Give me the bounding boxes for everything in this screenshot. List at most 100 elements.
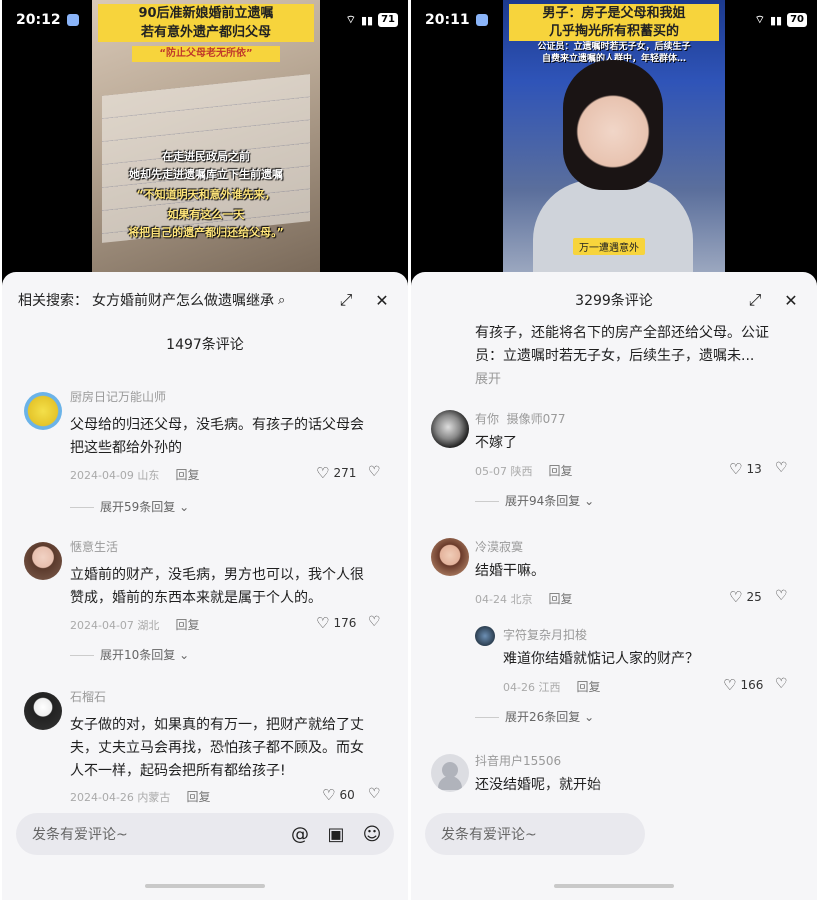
avatar[interactable] <box>431 538 469 576</box>
status-bar: 20:12 ⌔ ▮▮ 71 <box>16 8 398 32</box>
dislike-icon[interactable]: ♡ <box>775 460 788 476</box>
expand-replies-label: 展开94条回复 <box>505 494 581 508</box>
comment-date: 04-24 北京 <box>475 592 533 606</box>
comment-input[interactable]: 发条有爱评论~ <box>425 813 645 855</box>
heart-icon: ♡ <box>316 464 330 482</box>
expand-replies[interactable]: 展开94条回复 ⌄ <box>475 492 594 509</box>
like-button[interactable]: ♡ 60 <box>322 786 355 804</box>
video-player[interactable]: 90后准新娘婚前立遗嘱 若有意外遗产都归父母 “防止父母老无所依” 在走进民政局… <box>92 0 320 272</box>
comment-username[interactable]: 厨房日记万能山师 <box>70 388 166 405</box>
heart-icon: ♡ <box>723 676 737 694</box>
reply-username[interactable]: 字符复杂月扣梭 <box>503 626 587 643</box>
dislike-icon[interactable]: ♡ <box>775 588 788 604</box>
home-indicator[interactable] <box>554 884 674 888</box>
video-caption-3: “不知道明天和意外谁先来， <box>136 188 276 201</box>
heart-icon: ♡ <box>729 588 743 606</box>
emoji-icon[interactable]: ☺ <box>362 824 382 845</box>
comment-input[interactable]: 发条有爱评论~ @ ▣ ☺ <box>16 813 394 855</box>
comment-username[interactable]: 抖音用户15506 <box>475 752 561 769</box>
comment-username[interactable]: 冷漠寂寞 <box>475 538 523 555</box>
reply-button[interactable]: 回复 <box>548 590 572 607</box>
like-button[interactable]: ♡ 166 <box>723 676 763 694</box>
notification-icon <box>475 14 488 26</box>
heart-icon: ♡ <box>316 614 330 632</box>
avatar[interactable] <box>24 542 62 580</box>
video-caption-4: 如果有这么一天 <box>167 208 245 221</box>
comment-date: 05-07 陕西 <box>475 464 533 478</box>
reply-date: 04-26 江西 <box>503 680 561 694</box>
comment-date: 2024-04-07 湖北 <box>70 618 160 632</box>
heart-icon: ♡ <box>729 460 743 478</box>
battery-icon: 71 <box>378 13 398 27</box>
comment-text-line1: 立婚前的财产，没毛病，男方也可以，我个人很 <box>70 567 364 583</box>
heart-icon: ♡ <box>322 786 336 804</box>
avatar[interactable] <box>431 410 469 448</box>
like-count: 176 <box>333 616 357 630</box>
search-icon[interactable]: ⌕ <box>278 293 285 308</box>
expand-replies[interactable]: 展开59条回复 ⌄ <box>70 498 189 515</box>
close-icon[interactable]: ✕ <box>372 291 392 310</box>
avatar[interactable] <box>431 754 469 792</box>
expand-icon[interactable]: ⤢ <box>745 290 765 310</box>
related-search-label: 相关搜索： <box>18 293 88 309</box>
related-search-bar[interactable]: 相关搜索： 女方婚前财产怎么做遗嘱继承 ⌕ ⤢ ✕ <box>2 272 408 328</box>
comment-text: 还没结婚呢，就开始 <box>475 777 601 793</box>
close-icon[interactable]: ✕ <box>781 291 801 310</box>
comment-text-line2: 赞成，婚前的东西本来就是属于个人的。 <box>70 590 322 606</box>
username-part2: 摄像师077 <box>506 412 566 426</box>
image-icon[interactable]: ▣ <box>326 824 346 845</box>
expand-icon[interactable]: ⤢ <box>336 290 356 310</box>
signal-icon: ▮▮ <box>360 13 374 27</box>
reply-button[interactable]: 回复 <box>175 466 199 483</box>
chevron-down-icon: ⌄ <box>584 710 595 724</box>
comment-date: 2024-04-09 山东 <box>70 468 160 482</box>
like-button[interactable]: ♡ 25 <box>729 588 762 606</box>
battery-icon: 70 <box>787 13 807 27</box>
comment-input-placeholder: 发条有爱评论~ <box>441 827 537 843</box>
reply-button[interactable]: 回复 <box>186 788 210 805</box>
comment-text-line3: 人不一样，起码会把所有都给孩子! <box>70 763 286 779</box>
video-player[interactable]: 男子：房子是父母和我姐 几乎掏光所有积蓄买的 公证员：立遗嘱时若无子女，后续生子… <box>503 0 725 272</box>
related-search-query[interactable]: 女方婚前财产怎么做遗嘱继承 <box>92 290 274 310</box>
comment-meta: 2024-04-09 山东 回复 <box>70 466 199 483</box>
right-phone-screen: 男子：房子是父母和我姐 几乎掏光所有积蓄买的 公证员：立遗嘱时若无子女，后续生子… <box>411 0 817 900</box>
video-tag: 万一遭遇意外 <box>573 238 645 255</box>
like-button[interactable]: ♡ 13 <box>729 460 762 478</box>
signal-icon: ▮▮ <box>769 13 783 27</box>
like-count: 166 <box>740 678 764 692</box>
expand-replies[interactable]: 展开10条回复 ⌄ <box>70 646 189 663</box>
comment-username[interactable]: 有你 摄像师077 <box>475 410 566 427</box>
expand-replies[interactable]: 展开26条回复 ⌄ <box>475 708 594 725</box>
like-button[interactable]: ♡ 271 <box>316 464 356 482</box>
dislike-icon[interactable]: ♡ <box>368 614 381 630</box>
description-expand[interactable]: 展开 <box>475 368 501 391</box>
dislike-icon[interactable]: ♡ <box>775 676 788 692</box>
comment-panel: 相关搜索： 女方婚前财产怎么做遗嘱继承 ⌕ ⤢ ✕ 1497条评论 厨房日记万能… <box>2 272 408 900</box>
comment-meta: 05-07 陕西 回复 <box>475 462 572 479</box>
reply-text: 难道你结婚就惦记人家的财产？ <box>503 651 699 667</box>
comment-meta: 2024-04-26 内蒙古 回复 <box>70 788 210 805</box>
comment-meta: 2024-04-07 湖北 回复 <box>70 616 199 633</box>
video-subtitle: “防止父母老无所依” <box>132 46 280 62</box>
avatar[interactable] <box>24 392 62 430</box>
dislike-icon[interactable]: ♡ <box>368 786 381 802</box>
comment-username[interactable]: 石榴石 <box>70 688 106 705</box>
comment-panel: 3299条评论 ⤢ ✕ 有孩子，还能将名下的房产全部还给父母。公证 员：立遗嘱时… <box>411 272 817 900</box>
comment-username[interactable]: 惬意生活 <box>70 538 118 555</box>
news-anchor-head <box>563 60 663 190</box>
like-count: 60 <box>339 788 355 802</box>
avatar[interactable] <box>24 692 62 730</box>
comment-text-line1: 女子做的对，如果真的有万一，把财产就给了丈 <box>70 717 364 733</box>
reply-button[interactable]: 回复 <box>576 678 600 695</box>
dislike-icon[interactable]: ♡ <box>368 464 381 480</box>
video-sub-1: 公证员：立遗嘱时若无子女，后续生子 <box>537 42 691 52</box>
reply-button[interactable]: 回复 <box>175 616 199 633</box>
comment-text-line2: 夫，丈夫立马会再找，恐怕孩子都不顾及。而女 <box>70 740 364 756</box>
reply-button[interactable]: 回复 <box>548 462 572 479</box>
comment-text: 结婚干嘛。 <box>475 563 545 579</box>
video-caption-2: 她却先走进遗嘱库立下生前遗嘱 <box>129 168 283 181</box>
avatar[interactable] <box>475 626 495 646</box>
mention-icon[interactable]: @ <box>290 824 310 845</box>
home-indicator[interactable] <box>145 884 265 888</box>
like-button[interactable]: ♡ 176 <box>316 614 356 632</box>
